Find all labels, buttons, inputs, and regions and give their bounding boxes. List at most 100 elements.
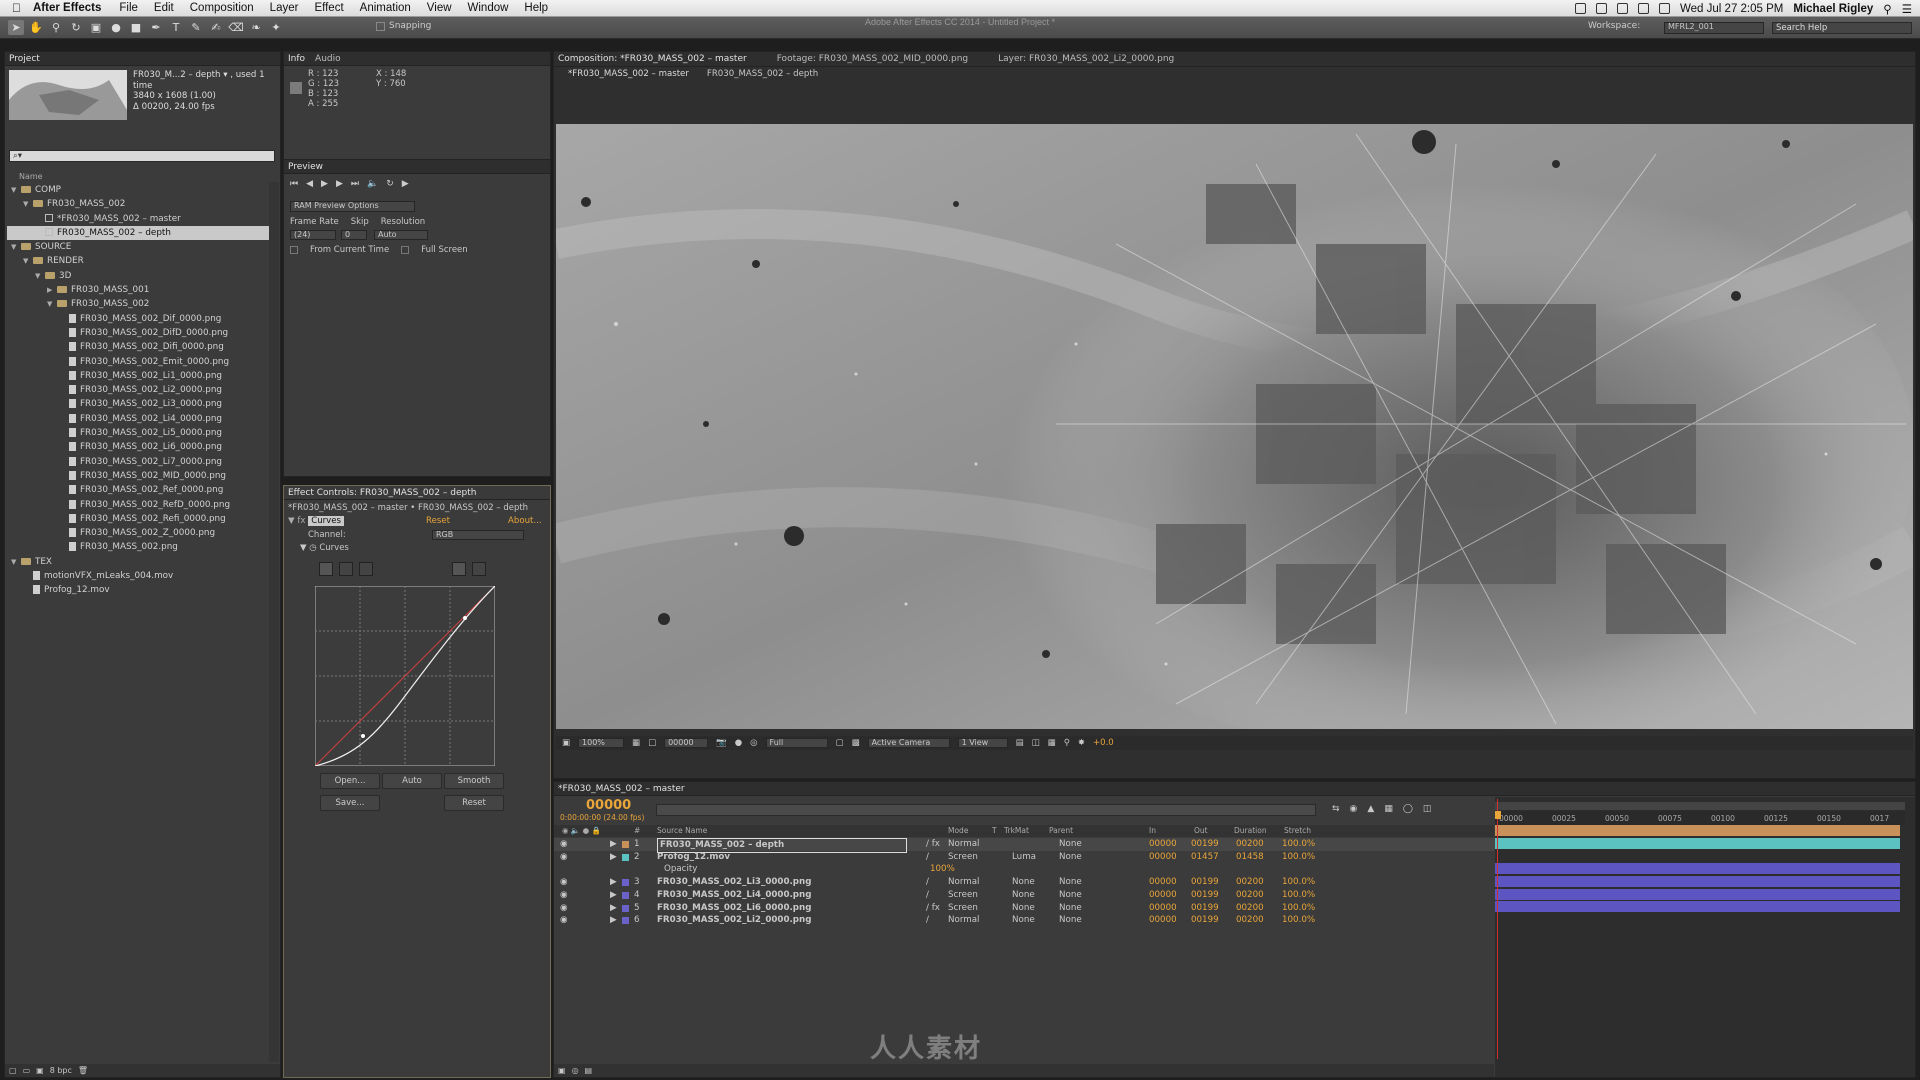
fx-toggle-icon[interactable]: ▼ fx	[288, 516, 305, 526]
project-file-item[interactable]: FR030_MASS_002_Li6_0000.png	[7, 440, 269, 454]
work-area-bar[interactable]	[1495, 802, 1905, 810]
new-comp-icon[interactable]: ▣	[36, 1066, 44, 1075]
layer-stretch[interactable]: 100.0%	[1282, 851, 1315, 864]
layer-duration-bar[interactable]	[1495, 901, 1900, 913]
twirl-icon[interactable]: ▼	[11, 555, 21, 569]
ram-preview-options-dropdown[interactable]: RAM Preview Options	[290, 201, 415, 212]
comp-breadcrumb-master[interactable]: *FR030_MASS_002 – master	[568, 69, 689, 79]
layer-duration[interactable]: 01458	[1236, 851, 1264, 864]
effect-about-link[interactable]: About...	[508, 516, 542, 526]
layer-parent[interactable]: None	[1059, 876, 1082, 889]
timeline-layer-row[interactable]: ◉ ▶ 5 FR030_MASS_002_Li6_0000.png Screen None…	[554, 902, 1504, 915]
project-file-item[interactable]: FR030_MASS_002_Difi_0000.png	[7, 340, 269, 354]
dropbox-icon[interactable]	[1617, 3, 1629, 14]
fast-previews-icon[interactable]: ◫	[1032, 738, 1040, 748]
next-frame-icon[interactable]: ▶	[336, 179, 343, 189]
project-file-item[interactable]: FR030_MASS_002_DifD_0000.png	[7, 326, 269, 340]
twirl-icon[interactable]: ▼	[23, 197, 33, 211]
curves-open-button[interactable]: Open...	[320, 773, 380, 789]
always-preview-icon[interactable]: ▣	[562, 738, 570, 748]
menu-help[interactable]: Help	[524, 2, 548, 14]
twirl-icon[interactable]: ▼	[47, 297, 57, 311]
layer-parent[interactable]: None	[1059, 914, 1082, 927]
project-file-item[interactable]: FR030_MASS_002_Refi_0000.png	[7, 512, 269, 526]
project-comp-item[interactable]: FR030_MASS_002 – depth	[7, 225, 269, 241]
out-header[interactable]: Out	[1194, 826, 1208, 835]
project-file-item[interactable]: FR030_MASS_002_Li7_0000.png	[7, 455, 269, 469]
layer-stretch[interactable]: 100.0%	[1282, 838, 1315, 851]
resolution-dropdown[interactable]: Full	[765, 738, 828, 748]
project-file-item[interactable]: motionVFX_mLeaks_004.mov	[7, 569, 269, 583]
layer-duration-bar[interactable]	[1495, 825, 1900, 836]
project-folder-item[interactable]: ▼ RENDER	[7, 254, 269, 268]
opacity-property-row[interactable]: Opacity 100%	[554, 863, 1504, 876]
show-snapshot-icon[interactable]: ●	[735, 738, 742, 748]
layer-stretch[interactable]: 100.0%	[1282, 902, 1315, 915]
user-name[interactable]: Michael Rigley	[1793, 3, 1873, 15]
layer-twirl-icon[interactable]: ▶	[610, 889, 617, 902]
transparency-grid-icon[interactable]: ▩	[852, 738, 860, 748]
prev-frame-icon[interactable]: ◀	[306, 179, 313, 189]
bezier-tool-icon[interactable]	[452, 562, 466, 576]
layer-duration-bar[interactable]	[1495, 837, 1900, 849]
curves-smooth-button[interactable]: Smooth	[444, 773, 504, 789]
menu-effect[interactable]: Effect	[314, 2, 343, 14]
battery-icon[interactable]	[1638, 3, 1650, 14]
time-graph[interactable]: 00000 00025 00050 00075 00100 00125 00150 0017	[1495, 797, 1915, 1077]
visibility-eye-icon[interactable]: ◉	[560, 876, 568, 889]
bpc-label[interactable]: 8 bpc	[50, 1066, 72, 1075]
project-folder-item[interactable]: ▶ FR030_MASS_001	[7, 283, 269, 297]
mode-header[interactable]: Mode	[948, 826, 968, 835]
curve-reset-icon[interactable]	[319, 562, 333, 576]
layer-label-color[interactable]	[622, 904, 629, 912]
layer-stretch[interactable]: 100.0%	[1282, 889, 1315, 902]
playhead-handle[interactable]	[1495, 811, 1501, 819]
project-folder-item[interactable]: ▼ FR030_MASS_002	[7, 197, 269, 211]
toggle-switches-icon[interactable]: ▣	[558, 1066, 566, 1075]
channel-icon[interactable]: ◎	[750, 738, 757, 748]
project-file-item[interactable]: FR030_MASS_002_Z_0000.png	[7, 526, 269, 540]
pencil-tool-icon[interactable]	[472, 562, 486, 576]
layer-label-color[interactable]	[622, 917, 629, 925]
layer-in[interactable]: 00000	[1149, 876, 1177, 889]
layer-label-color[interactable]	[622, 853, 629, 861]
layer-duration-bar[interactable]	[1495, 875, 1900, 887]
layer-twirl-icon[interactable]: ▶	[610, 914, 617, 927]
in-header[interactable]: In	[1149, 826, 1156, 835]
frame-blending-icon[interactable]: ▦	[1384, 804, 1393, 814]
status-icon[interactable]	[1596, 3, 1608, 14]
tab-info[interactable]: Info	[288, 54, 305, 64]
curves-graph[interactable]	[315, 586, 495, 766]
project-file-item[interactable]: FR030_MASS_002_Ref_0000.png	[7, 483, 269, 497]
visibility-eye-icon[interactable]: ◉	[560, 838, 568, 851]
layer-in[interactable]: 00000	[1149, 914, 1177, 927]
timeline-current-time[interactable]: 00000	[586, 798, 631, 813]
timeline-layer-row[interactable]: ◉ ▶ 1 FR030_MASS_002 – depth Normal None 00000…	[554, 838, 1504, 853]
project-file-item[interactable]: FR030_MASS_002_Li4_0000.png	[7, 412, 269, 426]
layer-twirl-icon[interactable]: ▶	[610, 838, 617, 851]
mask-visibility-icon[interactable]: □	[648, 738, 656, 748]
project-file-item[interactable]: FR030_MASS_002_MID_0000.png	[7, 469, 269, 483]
project-scrollbar[interactable]	[269, 182, 279, 1062]
tab-layer[interactable]: Layer: FR030_MASS_002_Li2_0000.png	[998, 54, 1174, 64]
layer-duration[interactable]: 00200	[1236, 838, 1264, 851]
layer-out[interactable]: 00199	[1191, 889, 1219, 902]
layer-stretch[interactable]: 100.0%	[1282, 876, 1315, 889]
layer-trkmat[interactable]: Luma	[1012, 851, 1036, 864]
layer-out[interactable]: 00199	[1191, 876, 1219, 889]
visibility-eye-icon[interactable]: ◉	[560, 889, 568, 902]
name-column-header[interactable]: Name	[19, 172, 43, 181]
camera-dropdown[interactable]: Active Camera	[867, 738, 950, 748]
layer-in[interactable]: 00000	[1149, 838, 1177, 851]
layer-mode[interactable]: Screen	[948, 889, 978, 902]
exposure-icon[interactable]: ✸	[1078, 738, 1085, 748]
project-folder-item[interactable]: ▼ FR030_MASS_002	[7, 297, 269, 311]
layer-mode[interactable]: Normal	[948, 914, 979, 927]
layer-trkmat[interactable]: None	[1012, 902, 1035, 915]
layer-switches[interactable]: ∕ fx	[926, 902, 940, 915]
layer-in[interactable]: 00000	[1149, 851, 1177, 864]
duration-header[interactable]: Duration	[1234, 826, 1267, 835]
tab-audio[interactable]: Audio	[315, 54, 341, 64]
layer-out[interactable]: 00199	[1191, 902, 1219, 915]
source-name-header[interactable]: Source Name	[657, 826, 707, 835]
